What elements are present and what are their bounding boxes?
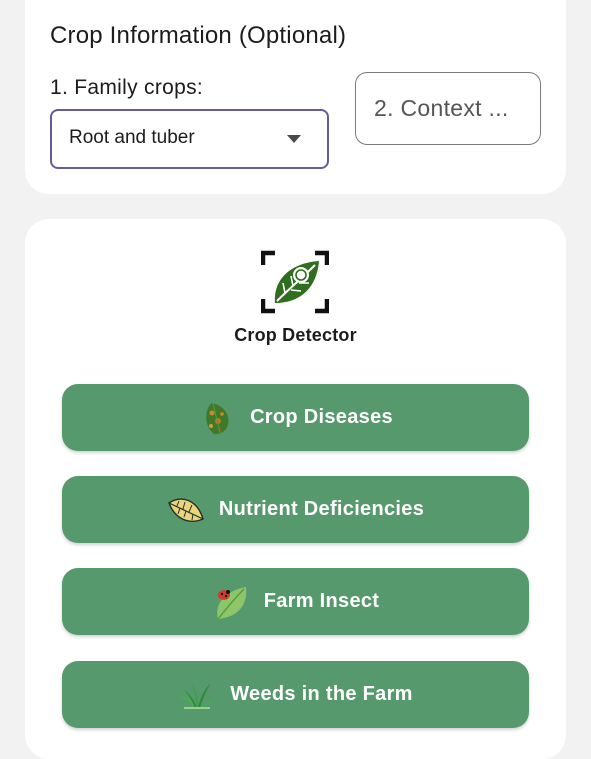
family-crops-selected-value: Root and tuber <box>69 127 195 148</box>
crop-detector-label: Crop Detector <box>234 325 357 345</box>
crop-diseases-label: Crop Diseases <box>250 406 393 428</box>
ladybug-leaf-icon <box>216 586 246 619</box>
farm-insect-label: Farm Insect <box>263 590 380 612</box>
dropdown-caret-icon <box>287 135 301 143</box>
weeds-in-the-farm-label: Weeds in the Farm <box>230 683 413 705</box>
yellow-leaf-icon <box>168 498 204 522</box>
nutrient-deficiencies-label: Nutrient Deficiencies <box>218 498 425 520</box>
context-input[interactable]: 2. Context ... <box>355 72 541 145</box>
farm-insect-button[interactable]: Farm Insect <box>62 568 529 635</box>
context-input-text: 2. Context ... <box>374 95 509 121</box>
weeds-in-the-farm-button[interactable]: Weeds in the Farm <box>62 661 529 728</box>
family-crops-label: 1. Family crops: <box>50 76 203 99</box>
diseased-leaf-icon <box>206 402 229 434</box>
crop-information-card: Crop Information (Optional) 1. Family cr… <box>25 0 566 194</box>
leaf-scan-icon[interactable] <box>261 249 329 315</box>
family-crops-dropdown[interactable]: Root and tuber <box>50 109 329 169</box>
crop-diseases-button[interactable]: Crop Diseases <box>62 384 529 451</box>
crop-information-title: Crop Information (Optional) <box>50 22 347 49</box>
grass-icon <box>179 681 216 709</box>
crop-detector-card: Crop Detector Crop Diseases Nutrient Def… <box>25 219 566 759</box>
nutrient-deficiencies-button[interactable]: Nutrient Deficiencies <box>62 476 529 543</box>
